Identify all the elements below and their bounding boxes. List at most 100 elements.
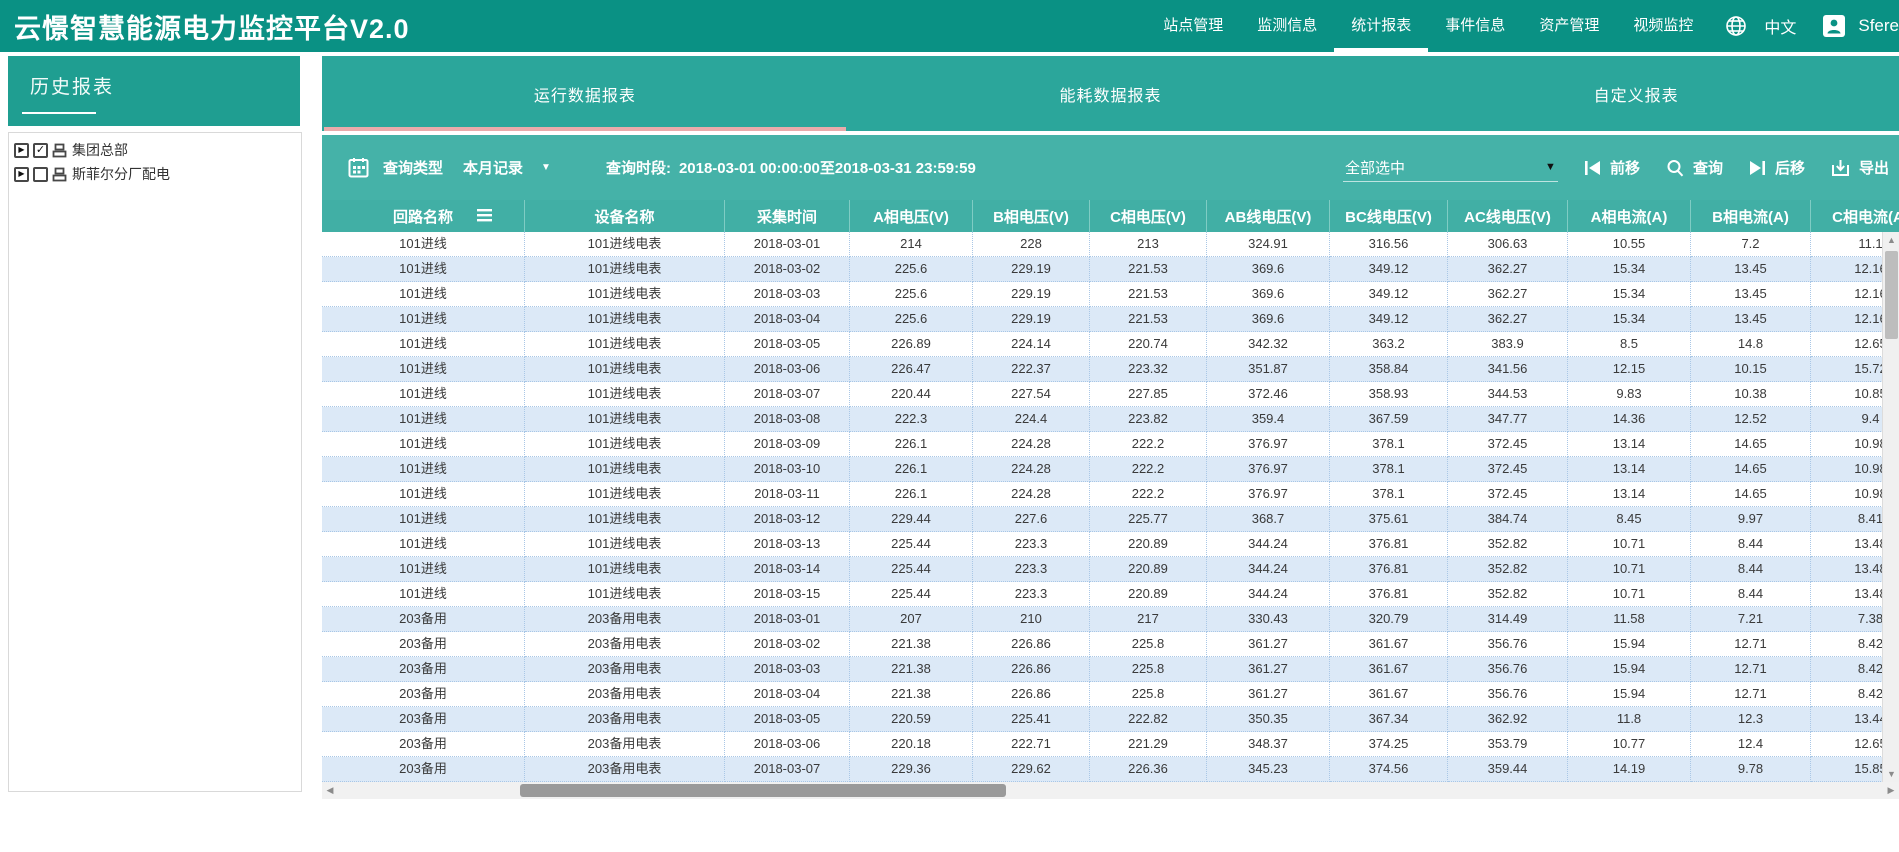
column-header[interactable]: BC线电压(V)	[1330, 200, 1448, 232]
table-row[interactable]: 101进线101进线电表2018-03-13225.44223.3220.893…	[322, 532, 1899, 557]
tab-运行数据报表[interactable]: 运行数据报表	[322, 56, 848, 131]
table-row[interactable]: 203备用203备用电表2018-03-06220.18222.71221.29…	[322, 732, 1899, 757]
table-cell: 362.27	[1448, 257, 1568, 282]
scroll-left-icon[interactable]: ◀	[322, 782, 338, 799]
nav-item-资产管理[interactable]: 资产管理	[1522, 0, 1616, 52]
tree-node[interactable]: ▶ 斯菲尔分厂配电	[9, 162, 301, 186]
nav-item-监测信息[interactable]: 监测信息	[1240, 0, 1334, 52]
table-cell: 361.27	[1207, 657, 1330, 682]
search-button[interactable]: 查询	[1666, 157, 1723, 178]
expand-icon[interactable]: ▶	[14, 167, 29, 182]
table-cell: 2018-03-01	[725, 607, 850, 632]
table-cell: 210	[973, 607, 1090, 632]
tree-node-label[interactable]: 集团总部	[72, 140, 128, 160]
table-row[interactable]: 101进线101进线电表2018-03-07220.44227.54227.85…	[322, 382, 1899, 407]
table-cell: 2018-03-08	[725, 407, 850, 432]
table-cell: 225.8	[1090, 682, 1207, 707]
search-icon	[1666, 159, 1684, 177]
tab-自定义报表[interactable]: 自定义报表	[1373, 56, 1899, 131]
table-cell: 222.2	[1090, 457, 1207, 482]
column-header[interactable]: AB线电压(V)	[1207, 200, 1330, 232]
table-cell: 222.71	[973, 732, 1090, 757]
export-button[interactable]: 导出	[1831, 157, 1889, 178]
table-row[interactable]: 203备用203备用电表2018-03-01207210217330.43320…	[322, 607, 1899, 632]
tree-checkbox[interactable]: ✓	[33, 143, 48, 158]
column-header[interactable]: 回路名称	[322, 200, 525, 232]
vertical-scroll-thumb[interactable]	[1885, 251, 1898, 339]
table-row[interactable]: 101进线101进线电表2018-03-06226.47222.37223.32…	[322, 357, 1899, 382]
table-row[interactable]: 101进线101进线电表2018-03-11226.1224.28222.237…	[322, 482, 1899, 507]
table-row[interactable]: 203备用203备用电表2018-03-07229.36229.62226.36…	[322, 757, 1899, 782]
table-body: 101进线101进线电表2018-03-01214228213324.91316…	[322, 232, 1899, 782]
column-header[interactable]: B相电压(V)	[973, 200, 1090, 232]
table-cell: 15.34	[1568, 307, 1691, 332]
table-cell: 101进线	[322, 357, 525, 382]
column-header[interactable]: A相电流(A)	[1568, 200, 1691, 232]
table-row[interactable]: 203备用203备用电表2018-03-03221.38226.86225.83…	[322, 657, 1899, 682]
globe-icon[interactable]	[1724, 14, 1748, 38]
nav-item-事件信息[interactable]: 事件信息	[1428, 0, 1522, 52]
table-row[interactable]: 101进线101进线电表2018-03-10226.1224.28222.237…	[322, 457, 1899, 482]
user-menu[interactable]: Sfere	[1822, 14, 1899, 38]
tree-node[interactable]: ▶ ✓ 集团总部	[9, 138, 301, 162]
table-cell: 12.15	[1568, 357, 1691, 382]
select-all-dropdown[interactable]: 全部选中 ▼	[1343, 154, 1558, 182]
table-row[interactable]: 101进线101进线电表2018-03-04225.6229.19221.533…	[322, 307, 1899, 332]
tab-能耗数据报表[interactable]: 能耗数据报表	[848, 56, 1374, 131]
table-row[interactable]: 101进线101进线电表2018-03-03225.6229.19221.533…	[322, 282, 1899, 307]
table-row[interactable]: 101进线101进线电表2018-03-02225.6229.19221.533…	[322, 257, 1899, 282]
horizontal-scrollbar[interactable]: ◀ ▶	[322, 782, 1899, 799]
table-cell: 101进线电表	[525, 382, 725, 407]
nav-item-站点管理[interactable]: 站点管理	[1146, 0, 1240, 52]
table-cell: 372.45	[1448, 457, 1568, 482]
table-row[interactable]: 101进线101进线电表2018-03-01214228213324.91316…	[322, 232, 1899, 257]
scroll-right-icon[interactable]: ▶	[1883, 782, 1899, 799]
select-all-value: 全部选中	[1345, 157, 1405, 178]
table-row[interactable]: 101进线101进线电表2018-03-15225.44223.3220.893…	[322, 582, 1899, 607]
table-row[interactable]: 203备用203备用电表2018-03-04221.38226.86225.83…	[322, 682, 1899, 707]
column-header[interactable]: AC线电压(V)	[1448, 200, 1568, 232]
table-cell: 8.45	[1568, 507, 1691, 532]
query-type-label: 查询类型	[383, 157, 443, 178]
table-row[interactable]: 101进线101进线电表2018-03-09226.1224.28222.237…	[322, 432, 1899, 457]
table-cell: 356.76	[1448, 657, 1568, 682]
table-cell: 15.94	[1568, 682, 1691, 707]
table-cell: 203备用电表	[525, 732, 725, 757]
table-cell: 369.6	[1207, 257, 1330, 282]
prev-button[interactable]: 前移	[1584, 157, 1640, 178]
table-row[interactable]: 101进线101进线电表2018-03-05226.89224.14220.74…	[322, 332, 1899, 357]
column-header[interactable]: 设备名称	[525, 200, 725, 232]
table-row[interactable]: 101进线101进线电表2018-03-12229.44227.6225.773…	[322, 507, 1899, 532]
query-type-select[interactable]: 本月记录	[463, 157, 523, 178]
next-button[interactable]: 后移	[1749, 157, 1805, 178]
column-header[interactable]: C相电压(V)	[1090, 200, 1207, 232]
table-cell: 347.77	[1448, 407, 1568, 432]
vertical-scrollbar[interactable]: ▲ ▼	[1882, 232, 1899, 782]
table-row[interactable]: 101进线101进线电表2018-03-14225.44223.3220.893…	[322, 557, 1899, 582]
table-row[interactable]: 101进线101进线电表2018-03-08222.3224.4223.8235…	[322, 407, 1899, 432]
column-header[interactable]: B相电流(A)	[1691, 200, 1811, 232]
horizontal-scroll-thumb[interactable]	[520, 784, 1006, 797]
table-row[interactable]: 203备用203备用电表2018-03-02221.38226.86225.83…	[322, 632, 1899, 657]
table-cell: 101进线	[322, 432, 525, 457]
column-header[interactable]: A相电压(V)	[850, 200, 973, 232]
column-header[interactable]: 采集时间	[725, 200, 850, 232]
table-cell: 226.86	[973, 632, 1090, 657]
nav-item-视频监控[interactable]: 视频监控	[1616, 0, 1710, 52]
chevron-down-icon[interactable]: ▼	[541, 162, 551, 173]
nav-item-统计报表[interactable]: 统计报表	[1334, 0, 1428, 52]
scroll-up-icon[interactable]: ▲	[1883, 232, 1899, 248]
scroll-down-icon[interactable]: ▼	[1883, 766, 1899, 782]
table-cell: 222.82	[1090, 707, 1207, 732]
language-switch[interactable]: 中文	[1748, 14, 1812, 38]
column-header[interactable]: C相电流(A)	[1811, 200, 1899, 232]
table-cell: 10.71	[1568, 557, 1691, 582]
table-cell: 2018-03-03	[725, 282, 850, 307]
table-row[interactable]: 203备用203备用电表2018-03-05220.59225.41222.82…	[322, 707, 1899, 732]
table-cell: 223.3	[973, 582, 1090, 607]
tree-checkbox[interactable]	[33, 167, 48, 182]
tree-node-label[interactable]: 斯菲尔分厂配电	[72, 164, 170, 184]
table-cell: 10.77	[1568, 732, 1691, 757]
expand-icon[interactable]: ▶	[14, 143, 29, 158]
column-menu-icon[interactable]	[477, 209, 492, 226]
